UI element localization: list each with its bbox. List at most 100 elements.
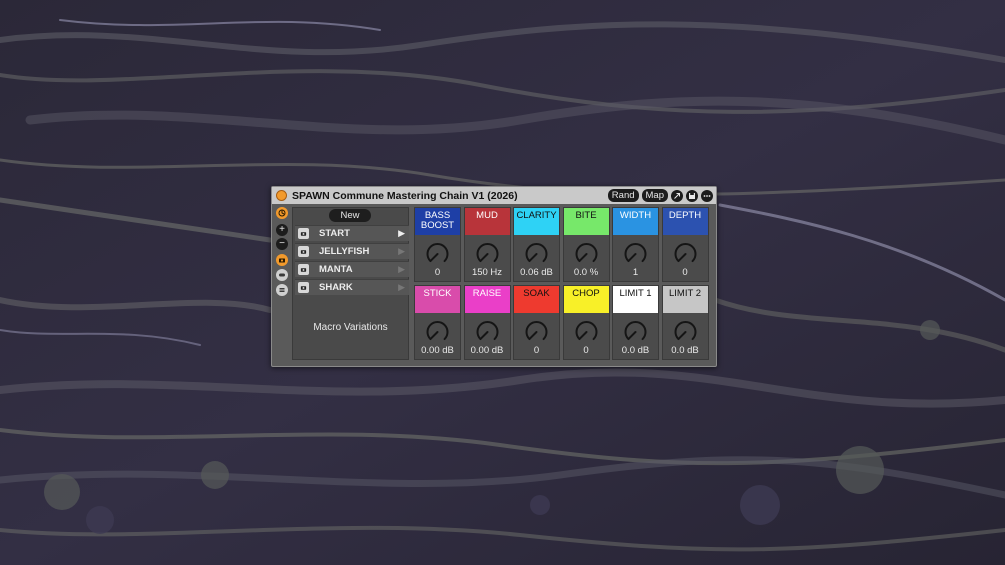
mastering-chain-device: SPAWN Commune Mastering Chain V1 (2026) … (271, 186, 717, 367)
rand-button[interactable]: Rand (607, 189, 639, 202)
macro-value: 0.0 % (573, 267, 599, 278)
variation-label: START (319, 228, 350, 239)
knob-track (575, 243, 597, 263)
macro-value: 0 (583, 345, 589, 356)
macro-label[interactable]: STICK (415, 286, 460, 313)
macro-label[interactable]: CLARITY (514, 208, 559, 235)
knob-pointer (627, 253, 637, 262)
rack-side-controls: + − (275, 207, 289, 362)
macro-soak: SOAK 0 (513, 285, 560, 360)
macro-knob[interactable] (622, 319, 649, 344)
macro-label[interactable]: BASS BOOST (415, 208, 460, 235)
camera-icon[interactable] (298, 228, 309, 239)
camera-icon[interactable] (276, 254, 288, 266)
knob-track (525, 321, 548, 341)
knob-track (674, 243, 696, 263)
macro-knob[interactable] (523, 319, 550, 344)
macro-knob[interactable] (474, 319, 501, 344)
knob-track (575, 321, 597, 341)
device-title-bar[interactable]: SPAWN Commune Mastering Chain V1 (2026) … (272, 187, 716, 204)
play-icon[interactable]: ▶ (398, 282, 405, 293)
variation-label: MANTA (319, 264, 353, 275)
list-icon[interactable] (276, 284, 288, 296)
macro-label[interactable]: BITE (563, 208, 609, 235)
more-icon[interactable] (701, 189, 713, 202)
link-icon[interactable] (671, 189, 683, 202)
macro-knob[interactable] (424, 319, 451, 344)
knob-pointer (677, 331, 686, 340)
macro-knob[interactable] (672, 319, 699, 344)
compass-icon[interactable] (276, 207, 288, 219)
knob-pointer (528, 253, 538, 262)
minus-icon[interactable]: − (276, 238, 288, 250)
macro-label[interactable]: SOAK (514, 286, 559, 313)
knob-pointer (578, 331, 587, 340)
map-button[interactable]: Map (641, 189, 668, 202)
variation-label: SHARK (319, 282, 353, 293)
macro-clarity: CLARITY 0.06 dB (513, 207, 560, 282)
macro-value: 0.0 dB (671, 345, 699, 356)
macro-value: 1 (632, 267, 639, 278)
macro-value: 0 (533, 345, 540, 356)
knob-pointer (479, 331, 488, 340)
macro-knob[interactable] (573, 241, 600, 266)
variation-label: JELLYFISH (319, 246, 370, 257)
macro-label[interactable]: DEPTH (662, 208, 708, 235)
plus-icon[interactable]: + (276, 224, 288, 236)
macro-variations-panel: New START ▶ JELLYFISH ▶ MANTA ▶ SHARK ▶ … (292, 207, 409, 360)
macro-limit-2: LIMIT 2 0.0 dB (661, 285, 709, 360)
knob-track (426, 243, 449, 263)
macro-label[interactable]: LIMIT 1 (613, 286, 658, 313)
play-icon[interactable]: ▶ (398, 228, 405, 239)
variation-jellyfish[interactable]: JELLYFISH ▶ (295, 243, 409, 259)
macro-knob[interactable] (474, 241, 501, 266)
macro-knob[interactable] (622, 241, 649, 266)
knob-pointer (479, 253, 488, 262)
play-icon[interactable]: ▶ (398, 246, 405, 257)
variation-start[interactable]: START ▶ (295, 225, 409, 241)
macro-label[interactable]: RAISE (464, 286, 510, 313)
power-icon[interactable] (276, 190, 287, 201)
knob-track (624, 321, 647, 341)
knob-track (525, 243, 548, 263)
toggle-icon[interactable] (276, 269, 288, 281)
macro-value: 0.06 dB (520, 267, 553, 278)
macro-label[interactable]: CHOP (563, 286, 609, 313)
macro-knob[interactable] (523, 241, 550, 266)
macro-value: 150 Hz (471, 267, 503, 278)
play-icon[interactable]: ▶ (398, 264, 405, 275)
camera-icon[interactable] (298, 246, 309, 257)
camera-icon[interactable] (298, 282, 309, 293)
macro-width: WIDTH 1 (612, 207, 659, 282)
knob-track (476, 243, 498, 263)
macro-label[interactable]: MUD (464, 208, 510, 235)
new-variation-button[interactable]: New (329, 209, 371, 222)
variation-shark[interactable]: SHARK ▶ (295, 279, 409, 295)
macro-label[interactable]: LIMIT 2 (662, 286, 708, 313)
knob-track (624, 243, 647, 263)
macro-knob-grid: BASS BOOST 0 MUD 150 Hz CLARITY 0.06 dB BITE 0.… (414, 207, 711, 360)
macro-raise: RAISE 0.00 dB (463, 285, 511, 360)
knob-pointer (429, 331, 439, 340)
macro-knob[interactable] (672, 241, 699, 266)
knob-track (476, 321, 498, 341)
macro-label[interactable]: WIDTH (613, 208, 658, 235)
variation-manta[interactable]: MANTA ▶ (295, 261, 409, 277)
knob-pointer (677, 253, 686, 262)
knob-pointer (528, 331, 538, 340)
macro-variations-title: Macro Variations (313, 322, 388, 333)
knob-track (426, 321, 449, 341)
macro-knob[interactable] (424, 241, 451, 266)
macro-value: 0.00 dB (470, 345, 504, 356)
save-icon[interactable] (686, 189, 698, 202)
macro-value: 0 (682, 267, 688, 278)
camera-icon[interactable] (298, 264, 309, 275)
macro-chop: CHOP 0 (562, 285, 610, 360)
knob-pointer (429, 253, 439, 262)
macro-mud: MUD 150 Hz (463, 207, 511, 282)
knob-track (674, 321, 696, 341)
knob-pointer (627, 331, 637, 340)
macro-knob[interactable] (573, 319, 600, 344)
macro-value: 0.00 dB (421, 345, 454, 356)
macro-stick: STICK 0.00 dB (414, 285, 461, 360)
